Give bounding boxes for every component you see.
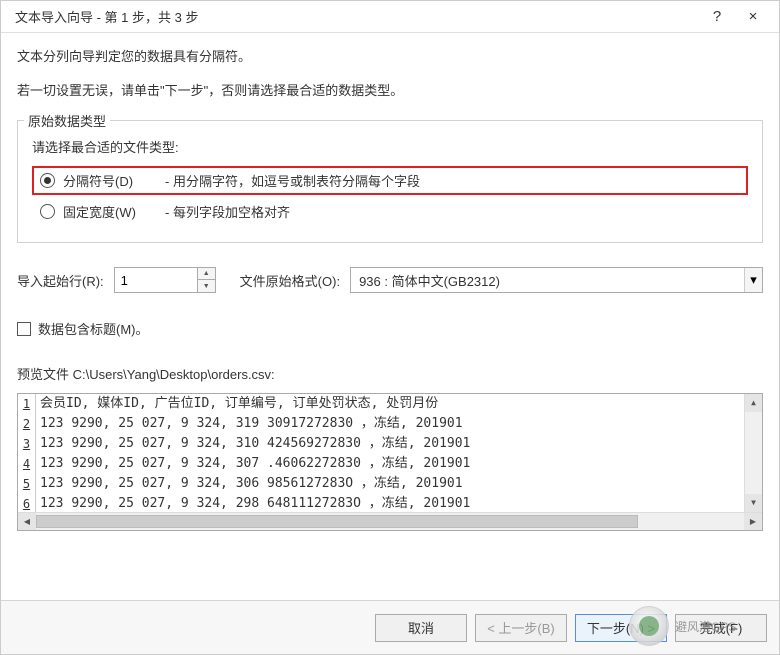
- scroll-right-icon[interactable]: ▶: [744, 513, 762, 530]
- back-button[interactable]: < 上一步(B): [475, 614, 567, 642]
- preview-line: 5123 9290, 25 027, 9 324, 306 9856127283…: [18, 474, 762, 494]
- radio-delimited-row[interactable]: 分隔符号(D) - 用分隔字符，如逗号或制表符分隔每个字段: [32, 166, 748, 195]
- line-text: 123 9290, 25 027, 9 324, 319 30917272830…: [36, 414, 463, 434]
- fieldset-prompt: 请选择最合适的文件类型:: [32, 137, 748, 156]
- line-text: 会员ID, 媒体ID, 广告位ID, 订单编号, 订单处罚状态, 处罚月份: [36, 394, 438, 414]
- close-button[interactable]: ×: [735, 3, 771, 31]
- radio-delimited-label: 分隔符号(D): [63, 171, 153, 190]
- encoding-label: 文件原始格式(O):: [240, 271, 340, 290]
- preview-label: 预览文件 C:\Users\Yang\Desktop\orders.csv:: [17, 364, 763, 383]
- line-text: 123 9290, 25 027, 9 324, 298 64811127283…: [36, 494, 470, 512]
- start-row-label: 导入起始行(R):: [17, 271, 104, 290]
- line-text: 123 9290, 25 027, 9 324, 307 .4606227283…: [36, 454, 470, 474]
- cancel-button[interactable]: 取消: [375, 614, 467, 642]
- window-title: 文本导入向导 - 第 1 步，共 3 步: [9, 7, 699, 26]
- encoding-value: 936 : 简体中文(GB2312): [359, 271, 744, 290]
- line-number: 1: [18, 394, 36, 414]
- wizard-window: 文本导入向导 - 第 1 步，共 3 步 ? × 文本分列向导判定您的数据具有分…: [0, 0, 780, 655]
- preview-line: 1会员ID, 媒体ID, 广告位ID, 订单编号, 订单处罚状态, 处罚月份: [18, 394, 762, 414]
- preview-line: 2123 9290, 25 027, 9 324, 319 3091727283…: [18, 414, 762, 434]
- hscroll-thumb[interactable]: [36, 515, 638, 528]
- preview-line: 6123 9290, 25 027, 9 324, 298 6481112728…: [18, 494, 762, 512]
- line-number: 3: [18, 434, 36, 454]
- radio-fixed-label: 固定宽度(W): [63, 202, 153, 221]
- radio-fixed-desc: - 每列字段加空格对齐: [165, 202, 290, 221]
- next-button[interactable]: 下一步(N) >: [575, 614, 667, 642]
- has-header-checkbox[interactable]: [17, 322, 31, 336]
- preview-vscrollbar[interactable]: ▲ ▼: [744, 394, 762, 512]
- start-row-spinner[interactable]: ▲ ▼: [114, 267, 216, 293]
- line-number: 4: [18, 454, 36, 474]
- radio-fixed[interactable]: [40, 204, 55, 219]
- preview-hscrollbar[interactable]: ◀ ▶: [18, 512, 762, 530]
- import-options-row: 导入起始行(R): ▲ ▼ 文件原始格式(O): 936 : 简体中文(GB23…: [17, 267, 763, 293]
- line-text: 123 9290, 25 027, 9 324, 306 9856127283O…: [36, 474, 463, 494]
- preview-line: 4123 9290, 25 027, 9 324, 307 .460622728…: [18, 454, 762, 474]
- intro-line-2: 若一切设置无误，请单击"下一步"，否则请选择最合适的数据类型。: [17, 81, 763, 101]
- fieldset-legend: 原始数据类型: [24, 111, 110, 130]
- help-button[interactable]: ?: [699, 3, 735, 31]
- intro-line-1: 文本分列向导判定您的数据具有分隔符。: [17, 47, 763, 67]
- scroll-up-icon[interactable]: ▲: [745, 394, 762, 412]
- preview-box: 1会员ID, 媒体ID, 广告位ID, 订单编号, 订单处罚状态, 处罚月份21…: [17, 393, 763, 531]
- encoding-select[interactable]: 936 : 简体中文(GB2312) ▾: [350, 267, 763, 293]
- radio-delimited[interactable]: [40, 173, 55, 188]
- footer: 取消 < 上一步(B) 下一步(N) > 完成(F) 避风港GPS: [1, 600, 779, 654]
- line-text: 123 9290, 25 027, 9 324, 310 42456927283…: [36, 434, 470, 454]
- titlebar: 文本导入向导 - 第 1 步，共 3 步 ? ×: [1, 1, 779, 33]
- data-type-fieldset: 原始数据类型 请选择最合适的文件类型: 分隔符号(D) - 用分隔字符，如逗号或…: [17, 120, 763, 243]
- spinner-up[interactable]: ▲: [198, 268, 215, 280]
- start-row-input[interactable]: [115, 268, 197, 292]
- has-header-label: 数据包含标题(M)。: [38, 319, 149, 338]
- line-number: 6: [18, 494, 36, 512]
- line-number: 2: [18, 414, 36, 434]
- content-area: 文本分列向导判定您的数据具有分隔符。 若一切设置无误，请单击"下一步"，否则请选…: [1, 33, 779, 600]
- finish-button[interactable]: 完成(F): [675, 614, 767, 642]
- preview-content: 1会员ID, 媒体ID, 广告位ID, 订单编号, 订单处罚状态, 处罚月份21…: [18, 394, 762, 512]
- preview-line: 3123 9290, 25 027, 9 324, 310 4245692728…: [18, 434, 762, 454]
- radio-delimited-desc: - 用分隔字符，如逗号或制表符分隔每个字段: [165, 171, 420, 190]
- has-header-row[interactable]: 数据包含标题(M)。: [17, 319, 763, 338]
- radio-fixed-row[interactable]: 固定宽度(W) - 每列字段加空格对齐: [32, 197, 748, 226]
- scroll-down-icon[interactable]: ▼: [745, 494, 762, 512]
- scroll-left-icon[interactable]: ◀: [18, 513, 36, 530]
- spinner-down[interactable]: ▼: [198, 280, 215, 292]
- chevron-down-icon: ▾: [744, 268, 762, 292]
- line-number: 5: [18, 474, 36, 494]
